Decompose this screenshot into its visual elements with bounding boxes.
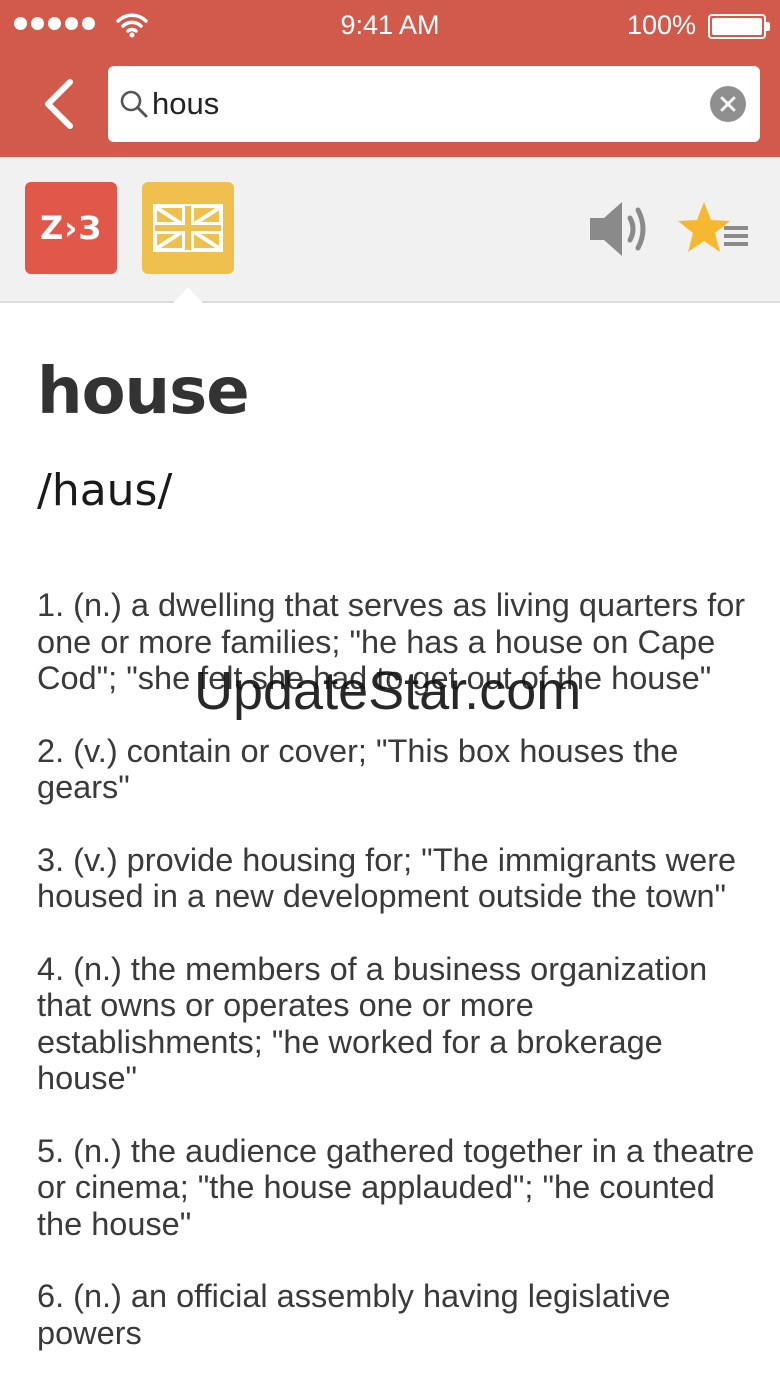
definition-item: 4. (n.) the members of a business organi… xyxy=(37,950,708,1097)
chinese-dictionary-tab[interactable]: Z›З xyxy=(25,182,117,274)
clear-search-button[interactable] xyxy=(710,86,746,122)
english-dictionary-tab[interactable] xyxy=(142,182,234,274)
definition-content: house /haus/ 1. (n.) a dwelling that ser… xyxy=(0,305,780,1387)
headword: house xyxy=(37,355,250,429)
search-icon xyxy=(120,90,148,118)
battery-percentage: 100% xyxy=(626,10,696,40)
close-icon xyxy=(720,96,736,112)
search-input[interactable] xyxy=(152,66,692,142)
battery-icon xyxy=(708,14,770,39)
search-box[interactable] xyxy=(108,66,760,142)
uk-flag-icon xyxy=(153,204,223,252)
definition-item: 1. (n.) a dwelling that serves as living… xyxy=(37,587,746,696)
dictionary-toolbar: Z›З xyxy=(0,157,780,303)
definition-item: 3. (v.) provide housing for; "The immigr… xyxy=(37,841,737,915)
app-header: 9:41 AM 100% xyxy=(0,0,780,157)
active-tab-pointer xyxy=(173,287,203,303)
star-list-icon[interactable] xyxy=(674,198,754,260)
definition-item: 5. (n.) the audience gathered together i… xyxy=(37,1132,755,1242)
chevron-left-icon xyxy=(45,79,73,129)
back-button[interactable] xyxy=(30,74,86,134)
chinese-tab-label: Z›З xyxy=(39,209,103,247)
definition-item: 2. (v.) contain or cover; "This box hous… xyxy=(37,732,679,806)
definition-list: 1. (n.) a dwelling that serves as living… xyxy=(37,587,757,1387)
status-bar: 9:41 AM 100% xyxy=(0,0,780,52)
definition-item: 6. (n.) an official assembly having legi… xyxy=(37,1278,671,1351)
speaker-icon[interactable] xyxy=(586,196,656,262)
pronunciation: /haus/ xyxy=(37,465,173,516)
